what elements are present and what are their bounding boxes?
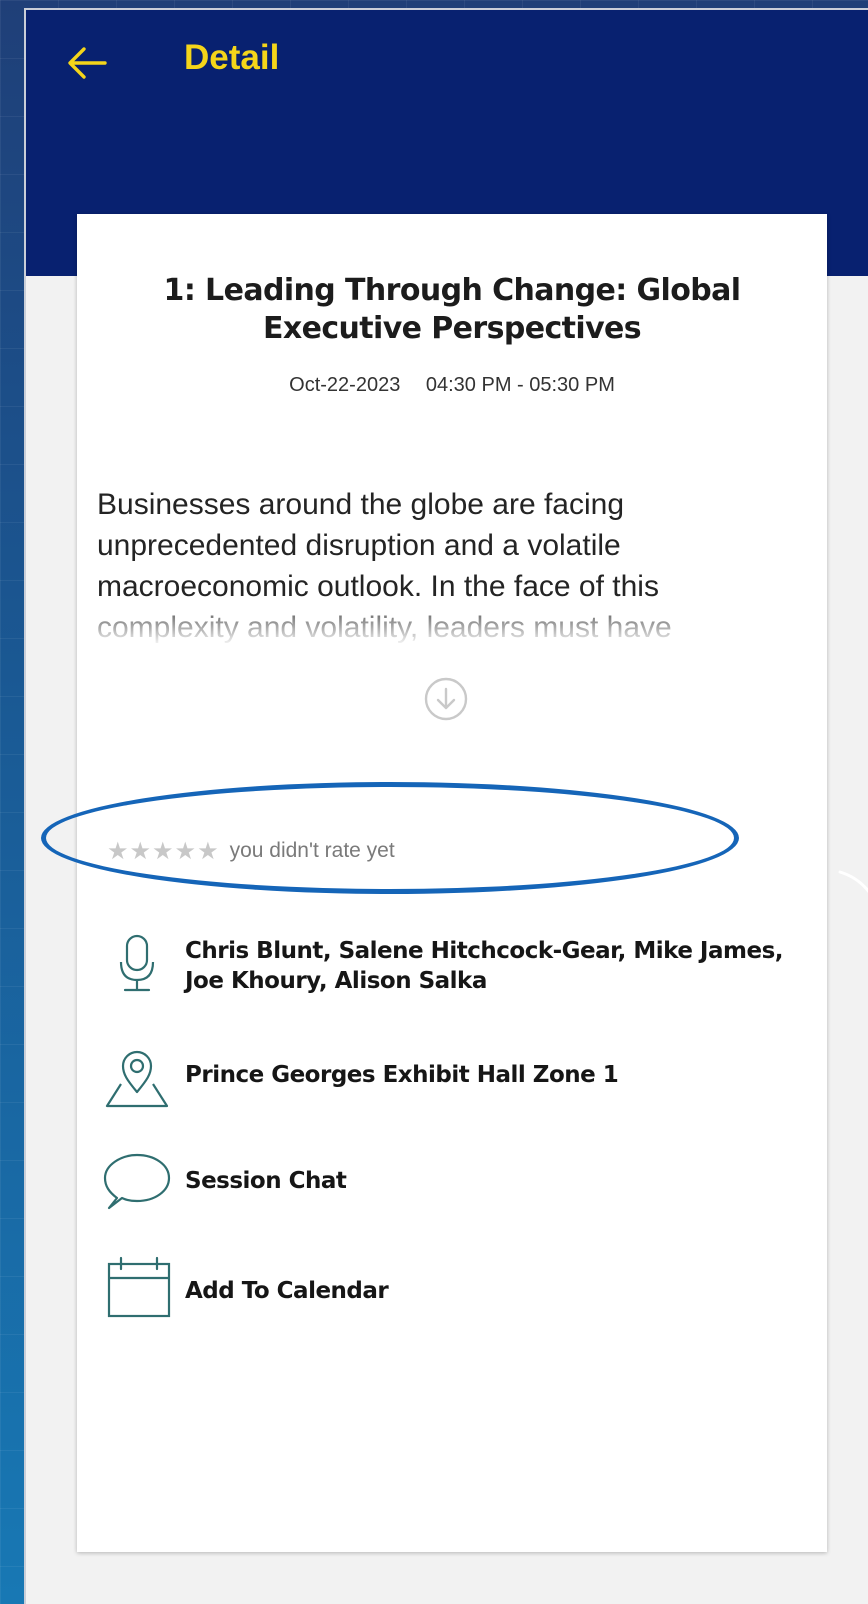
chevron-down-circle-icon (424, 677, 468, 721)
app-screen: Detail 1: Leading Through Change: Global… (24, 8, 868, 1604)
session-title: 1: Leading Through Change: Global Execut… (163, 273, 741, 346)
location-row: Prince Georges Exhibit Hall Zone 1 (101, 1046, 801, 1110)
map-pin-icon (105, 1050, 169, 1108)
location-text: Prince Georges Exhibit Hall Zone 1 (185, 1062, 619, 1088)
rating-status-text: you didn't rate yet (229, 839, 395, 862)
rating-star-5[interactable]: ★ (197, 837, 219, 866)
session-datetime: Oct-22-2023 04:30 PM - 05:30 PM (77, 374, 827, 397)
speakers-text: Chris Blunt, Salene Hitchcock-Gear, Mike… (185, 938, 784, 994)
chat-bubble-icon (103, 1153, 171, 1210)
page-title: Detail (184, 38, 280, 77)
session-chat-row[interactable]: Session Chat (101, 1150, 801, 1214)
add-to-calendar-label: Add To Calendar (185, 1278, 389, 1304)
calendar-icon (107, 1256, 171, 1318)
session-chat-label: Session Chat (185, 1168, 347, 1194)
arrow-left-icon (68, 47, 107, 79)
session-date: Oct-22-2023 (289, 374, 401, 396)
decorative-arc (838, 870, 868, 894)
rating-star-1[interactable]: ★ (107, 837, 129, 866)
session-detail-card: 1: Leading Through Change: Global Execut… (41, 214, 827, 1552)
microphone-icon (119, 934, 155, 992)
rating-star-2[interactable]: ★ (130, 837, 152, 866)
add-to-calendar-row[interactable]: Add To Calendar (101, 1254, 801, 1318)
rating-star-4[interactable]: ★ (175, 837, 197, 866)
rating-star-3[interactable]: ★ (152, 837, 174, 866)
session-time-range: 04:30 PM - 05:30 PM (425, 374, 615, 396)
session-description: Businesses around the globe are facing u… (97, 484, 807, 644)
speakers-row: Chris Blunt, Salene Hitchcock-Gear, Mike… (101, 932, 801, 996)
back-button[interactable] (62, 40, 112, 86)
rating-row: ★ ★ ★ ★ ★ you didn't rate yet (107, 836, 395, 866)
description-fade (97, 596, 807, 644)
expand-description-button[interactable] (423, 676, 469, 722)
